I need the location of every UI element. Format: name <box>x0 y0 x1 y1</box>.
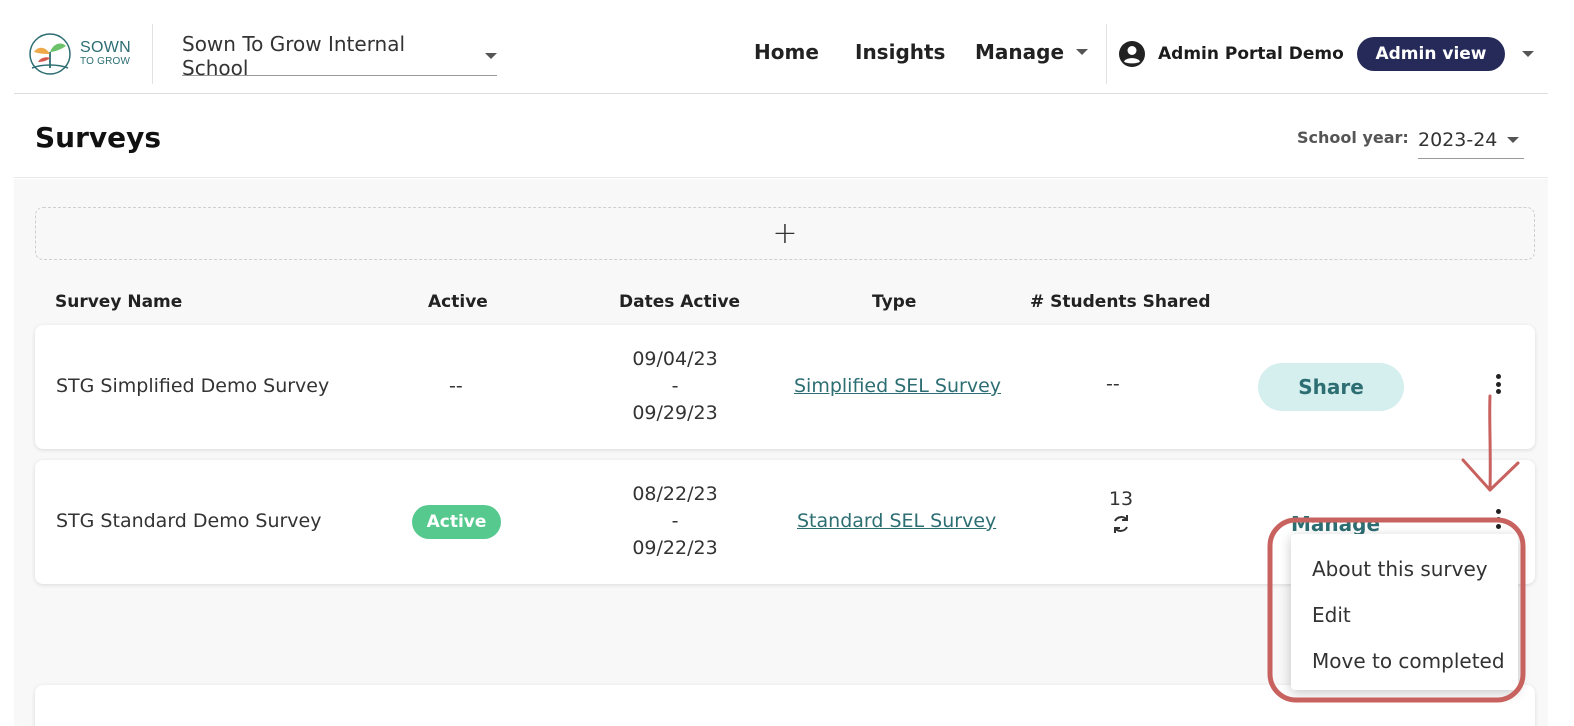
nav-manage[interactable]: Manage <box>975 40 1089 64</box>
table-row: STG Simplified Demo Survey -- 09/04/23 -… <box>35 325 1535 449</box>
page-title: Surveys <box>35 121 162 154</box>
school-year-value: 2023-24 <box>1418 128 1498 151</box>
col-header-name: Survey Name <box>55 292 183 312</box>
school-year-select[interactable]: 2023-24 <box>1418 121 1524 159</box>
nav-manage-label: Manage <box>975 40 1065 64</box>
manage-link[interactable]: Manage <box>1291 512 1380 536</box>
share-label: Share <box>1298 375 1364 399</box>
survey-dates: 09/04/23 - 09/29/23 <box>605 346 745 427</box>
school-year-label: School year: <box>1297 128 1409 147</box>
more-options-icon[interactable] <box>1488 505 1508 533</box>
share-button[interactable]: Share <box>1258 363 1404 411</box>
caret-down-icon <box>485 52 497 59</box>
table-row <box>35 685 1535 726</box>
nav-home[interactable]: Home <box>754 40 819 64</box>
caret-down-icon <box>1507 136 1520 143</box>
logo-line1: SOWN <box>80 39 131 56</box>
survey-options-menu: About this survey Edit Move to completed <box>1291 534 1518 690</box>
logo-line2: TO GROW <box>80 56 131 67</box>
plus-icon: + <box>772 215 798 251</box>
survey-active: -- <box>449 375 463 397</box>
divider <box>1106 24 1107 84</box>
survey-type-link[interactable]: Standard SEL Survey <box>797 510 996 532</box>
nav-insights[interactable]: Insights <box>855 40 945 64</box>
nav-insights-label: Insights <box>855 40 946 64</box>
date-separator: - <box>671 375 679 397</box>
nav-home-label: Home <box>754 40 819 64</box>
date-start: 08/22/23 <box>632 483 718 505</box>
caret-down-icon[interactable] <box>1522 51 1534 57</box>
col-header-active: Active <box>428 292 488 312</box>
date-end: 09/29/23 <box>632 402 718 424</box>
col-header-dates: Dates Active <box>619 292 741 312</box>
page-header: Surveys School year: 2023-24 <box>14 95 1548 178</box>
school-select-value: Sown To Grow Internal School <box>182 31 406 80</box>
sync-icon[interactable] <box>1110 512 1132 536</box>
add-survey-button[interactable]: + <box>35 207 1535 260</box>
account-circle-icon <box>1119 41 1145 67</box>
col-header-students: # Students Shared <box>1030 292 1211 312</box>
caret-down-icon <box>1076 49 1089 55</box>
sown-to-grow-logo[interactable]: SOWN TO GROW <box>26 32 136 76</box>
date-start: 09/04/23 <box>632 348 718 370</box>
students-shared: 13 <box>1101 488 1141 541</box>
survey-name: STG Standard Demo Survey <box>56 510 322 532</box>
user-name: Admin Portal Demo <box>1158 44 1344 64</box>
user-menu[interactable]: Admin Portal Demo <box>1118 40 1344 68</box>
menu-item-move-to-completed[interactable]: Move to completed <box>1291 638 1518 684</box>
col-header-type: Type <box>872 292 917 312</box>
more-options-icon[interactable] <box>1488 370 1508 398</box>
date-separator: - <box>671 510 679 532</box>
students-shared: -- <box>1106 373 1120 395</box>
admin-view-label: Admin view <box>1375 44 1487 64</box>
status-badge-label: Active <box>426 512 487 532</box>
survey-dates: 08/22/23 - 09/22/23 <box>605 481 745 562</box>
survey-type-link[interactable]: Simplified SEL Survey <box>794 375 1001 397</box>
divider <box>152 24 153 84</box>
school-select[interactable]: Sown To Grow Internal School <box>182 32 497 80</box>
status-badge: Active <box>412 505 501 539</box>
menu-item-about[interactable]: About this survey <box>1291 546 1518 592</box>
menu-item-edit[interactable]: Edit <box>1291 592 1518 638</box>
survey-name: STG Simplified Demo Survey <box>56 375 330 397</box>
students-count: 13 <box>1108 488 1134 510</box>
top-nav-bar: SOWN TO GROW Sown To Grow Internal Schoo… <box>14 0 1548 94</box>
admin-view-button[interactable]: Admin view <box>1357 37 1505 71</box>
date-end: 09/22/23 <box>632 537 718 559</box>
sprout-logo-icon <box>29 33 71 75</box>
